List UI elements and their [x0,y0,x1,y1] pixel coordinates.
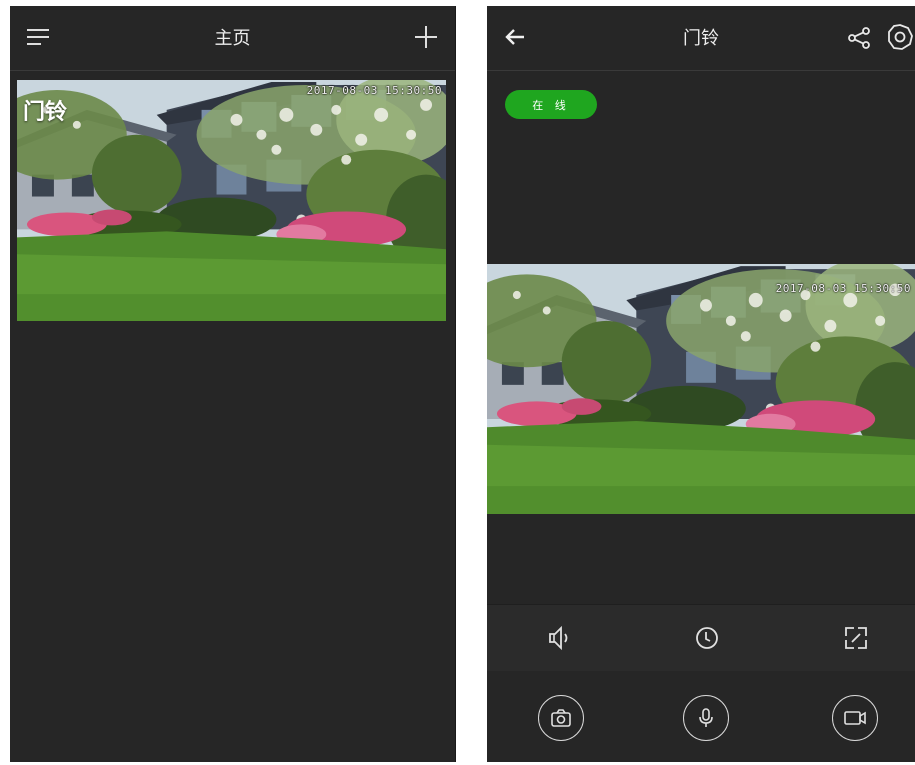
camera-timestamp: 2017-08-03 15:30:50 [775,282,911,295]
camera-timestamp: 2017-08-03 15:30:50 [306,84,442,97]
home-top-bar: 主页 [10,6,455,71]
snapshot-button[interactable] [538,695,584,741]
history-clock-icon[interactable] [692,623,722,653]
video-control-bar [487,604,915,672]
home-screen: 主页 门铃 2017-08-03 15:30:50 [10,6,456,762]
live-video-view[interactable]: 2017-08-03 15:30:50 [487,264,915,514]
device-top-bar: 门铃 [487,6,915,71]
device-screen: 门铃 在 线 2017-08-03 15:30:50 [487,6,915,762]
page-title: 主页 [214,28,251,49]
speaker-icon[interactable] [545,623,575,653]
device-name-label: 门铃 [23,100,68,125]
share-icon[interactable] [845,24,873,52]
fullscreen-icon[interactable] [841,623,871,653]
camera-preview-image [17,80,446,321]
record-button[interactable] [832,695,878,741]
add-icon[interactable] [411,22,441,52]
talk-button[interactable] [683,695,729,741]
action-bar [487,671,915,762]
status-badge: 在 线 [505,90,597,119]
camera-card[interactable]: 门铃 2017-08-03 15:30:50 [17,80,446,321]
snapshot-icon [551,709,571,727]
live-video-image [487,264,915,514]
record-video-icon [844,711,866,725]
microphone-icon [699,708,713,727]
settings-gear-icon[interactable] [885,22,915,52]
